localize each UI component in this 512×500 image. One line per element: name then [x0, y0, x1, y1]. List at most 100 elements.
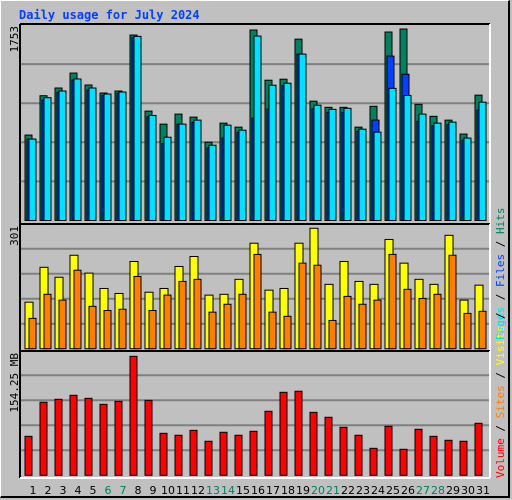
sites-bar: [73, 269, 82, 350]
volume-bar: [264, 410, 273, 476]
sites-bar: [328, 319, 337, 350]
x-axis-tick-label: 2: [45, 484, 52, 497]
volume-bar: [399, 448, 408, 476]
x-axis-tick-label: 30: [461, 484, 475, 497]
x-axis-tick-label: 14: [221, 484, 235, 497]
x-axis-tick-label: 26: [401, 484, 415, 497]
files-bar: [148, 114, 157, 221]
volume-bar: [144, 399, 153, 476]
volume-bar: [159, 432, 168, 476]
sites-bar: [133, 275, 142, 350]
files-bar: [88, 87, 97, 221]
legend-entry: Volume: [494, 438, 507, 478]
volume-bar: [339, 426, 348, 476]
files-bar: [418, 113, 427, 221]
files-bar: [328, 108, 337, 221]
files-bar: [448, 121, 457, 221]
files-bar: [388, 87, 397, 221]
y-axis-max-label: 1753: [8, 26, 21, 53]
files-bar: [283, 82, 292, 221]
volume-bar: [279, 391, 288, 476]
x-axis-tick-label: 31: [476, 484, 490, 497]
x-axis-tick-label: 15: [236, 484, 250, 497]
x-axis-tick-label: 12: [191, 484, 205, 497]
volume-bar: [24, 435, 33, 476]
sites-bar: [298, 262, 307, 350]
x-axis-tick-label: 10: [161, 484, 175, 497]
volume-bar: [174, 434, 183, 476]
sites-bar: [43, 293, 52, 350]
x-axis-tick-label: 18: [281, 484, 295, 497]
volume-bar: [249, 430, 258, 476]
x-axis-tick-label: 7: [120, 484, 127, 497]
x-axis-tick-label: 1: [30, 484, 37, 497]
files-bar: [463, 137, 472, 221]
files-bar: [58, 90, 67, 221]
files-bar: [298, 53, 307, 221]
x-axis-tick-label: 13: [206, 484, 220, 497]
sites-bar: [343, 295, 352, 350]
volume-bar: [234, 434, 243, 476]
files-bar: [43, 97, 52, 221]
sites-bar: [28, 317, 37, 350]
x-axis-tick-label: 28: [431, 484, 445, 497]
volume-bar: [114, 400, 123, 476]
legend-entry: /: [494, 287, 507, 307]
sites-bar: [253, 253, 262, 350]
sites-bar: [283, 315, 292, 350]
files-bar: [433, 122, 442, 221]
x-axis-tick-label: 19: [296, 484, 310, 497]
x-axis-tick-label: 4: [75, 484, 82, 497]
x-axis-tick-label: 21: [326, 484, 340, 497]
volume-bar: [444, 439, 453, 476]
sites-bar: [313, 264, 322, 350]
x-axis-tick-label: 11: [176, 484, 190, 497]
sites-bar: [103, 309, 112, 350]
sites-bar: [193, 278, 202, 350]
x-axis-tick-label: 3: [60, 484, 67, 497]
files-bar: [343, 107, 352, 221]
volume-bar: [324, 416, 333, 476]
volume-bar: [69, 394, 78, 476]
y-axis-max-label: 154.25 MB: [8, 353, 21, 413]
files-bar: [253, 35, 262, 221]
files-bar: [358, 128, 367, 222]
sites-bar: [448, 254, 457, 350]
legend-entry: Hits: [494, 208, 507, 235]
x-axis-tick-label: 9: [150, 484, 157, 497]
sites-bar: [148, 309, 157, 350]
x-axis-tick-label: 16: [251, 484, 265, 497]
volume-bar: [474, 422, 483, 476]
volume-bar: [429, 435, 438, 476]
x-axis-tick-label: 20: [311, 484, 325, 497]
x-axis-tick-label: 6: [105, 484, 112, 497]
x-axis-tick-label: 29: [446, 484, 460, 497]
files-bar: [313, 104, 322, 221]
volume-bar: [309, 411, 318, 476]
volume-bar: [369, 447, 378, 476]
usage-chart: 1753301154.25 MB1 2 3 4 5 6 7 8 9 10 11 12 13 14 15 16 1…: [8, 23, 507, 497]
files-bar: [163, 136, 172, 221]
sites-bar: [373, 299, 382, 350]
legend-entry: Visits: [494, 326, 507, 366]
sites-bar: [163, 294, 172, 350]
volume-bar: [459, 440, 468, 476]
x-axis-tick-label: 5: [90, 484, 97, 497]
sites-bar: [358, 303, 367, 350]
sites-bar: [403, 288, 412, 350]
files-bar: [193, 119, 202, 221]
legend-entry: Sites: [494, 385, 507, 418]
x-axis-tick-label: 22: [341, 484, 355, 497]
volume-bar: [39, 401, 48, 476]
files-bar: [73, 78, 82, 221]
x-axis-tick-label: 27: [416, 484, 430, 497]
sites-bar: [208, 311, 217, 350]
sites-bar: [118, 308, 127, 350]
legend-entry: /: [494, 234, 507, 254]
sites-bar: [433, 293, 442, 350]
files-bar: [178, 123, 187, 221]
legend-entry: /: [494, 312, 507, 325]
files-bar: [238, 129, 247, 222]
sites-bar: [88, 305, 97, 350]
volume-bar: [129, 355, 138, 476]
